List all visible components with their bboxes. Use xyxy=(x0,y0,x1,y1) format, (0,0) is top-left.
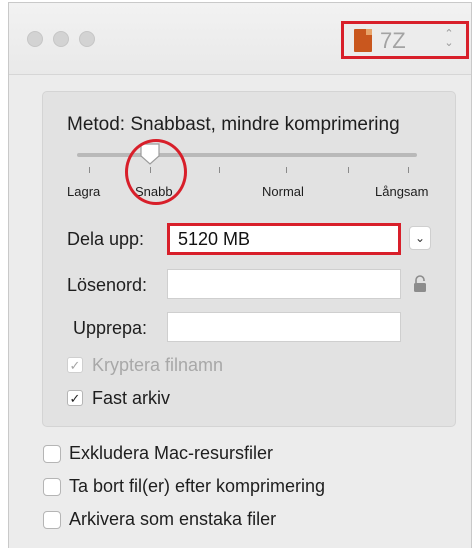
password-label: Lösenord: xyxy=(67,275,148,295)
delete-after-compress-checkbox[interactable] xyxy=(43,478,61,496)
slider-tick xyxy=(286,167,287,173)
format-select[interactable]: 7Z ⌃ ⌄ xyxy=(341,21,469,59)
compression-window: 7Z ⌃ ⌄ Metod: Snabbast, mindre komprimeri… xyxy=(8,2,472,548)
encrypt-filenames-label: Kryptera filnamn xyxy=(92,355,224,375)
password-field[interactable] xyxy=(167,269,401,299)
method-label: Metod: Snabbast, mindre komprimering xyxy=(67,114,400,135)
archive-separately-checkbox[interactable] xyxy=(43,511,61,529)
zoom-window-button[interactable] xyxy=(79,31,95,47)
minimize-window-button[interactable] xyxy=(53,31,69,47)
split-size-field[interactable]: 5120 MB xyxy=(167,223,401,255)
archive-file-icon xyxy=(354,29,372,52)
slider-tick xyxy=(89,167,90,173)
tick-label-normal: Normal xyxy=(262,184,304,199)
slider-tick xyxy=(408,167,409,173)
tick-label-slow: Långsam xyxy=(375,184,429,199)
lock-icon xyxy=(414,275,426,292)
split-label: Dela upp: xyxy=(67,229,145,249)
archive-separately-label: Arkivera som enstaka filer xyxy=(69,509,277,529)
exclude-mac-resources-checkbox[interactable] xyxy=(43,445,61,463)
encrypt-filenames-checkbox[interactable]: ✓ xyxy=(67,357,83,373)
exclude-mac-resources-label: Exkludera Mac-resursfiler xyxy=(69,443,274,463)
updown-chevron-icon: ⌃ ⌄ xyxy=(444,28,454,49)
close-window-button[interactable] xyxy=(27,31,43,47)
split-size-dropdown[interactable]: ⌄ xyxy=(409,226,431,250)
compression-panel: Metod: Snabbast, mindre komprimering Lag… xyxy=(42,91,456,427)
slider-tick xyxy=(219,167,220,173)
chevron-down-icon: ⌄ xyxy=(414,231,426,245)
solid-archive-label: Fast arkiv xyxy=(92,388,171,408)
delete-after-compress-label: Ta bort fil(er) efter komprimering xyxy=(69,476,326,496)
solid-archive-checkbox[interactable]: ✓ xyxy=(67,390,83,406)
tick-label-store: Lagra xyxy=(67,184,101,199)
slider-tick xyxy=(348,167,349,173)
repeat-label: Upprepa: xyxy=(73,318,148,338)
repeat-password-field[interactable] xyxy=(167,312,401,342)
split-size-value: 5120 MB xyxy=(178,229,251,249)
format-value: 7Z xyxy=(380,28,406,53)
titlebar: 7Z ⌃ ⌄ xyxy=(9,3,471,75)
highlight-circle xyxy=(125,139,187,205)
